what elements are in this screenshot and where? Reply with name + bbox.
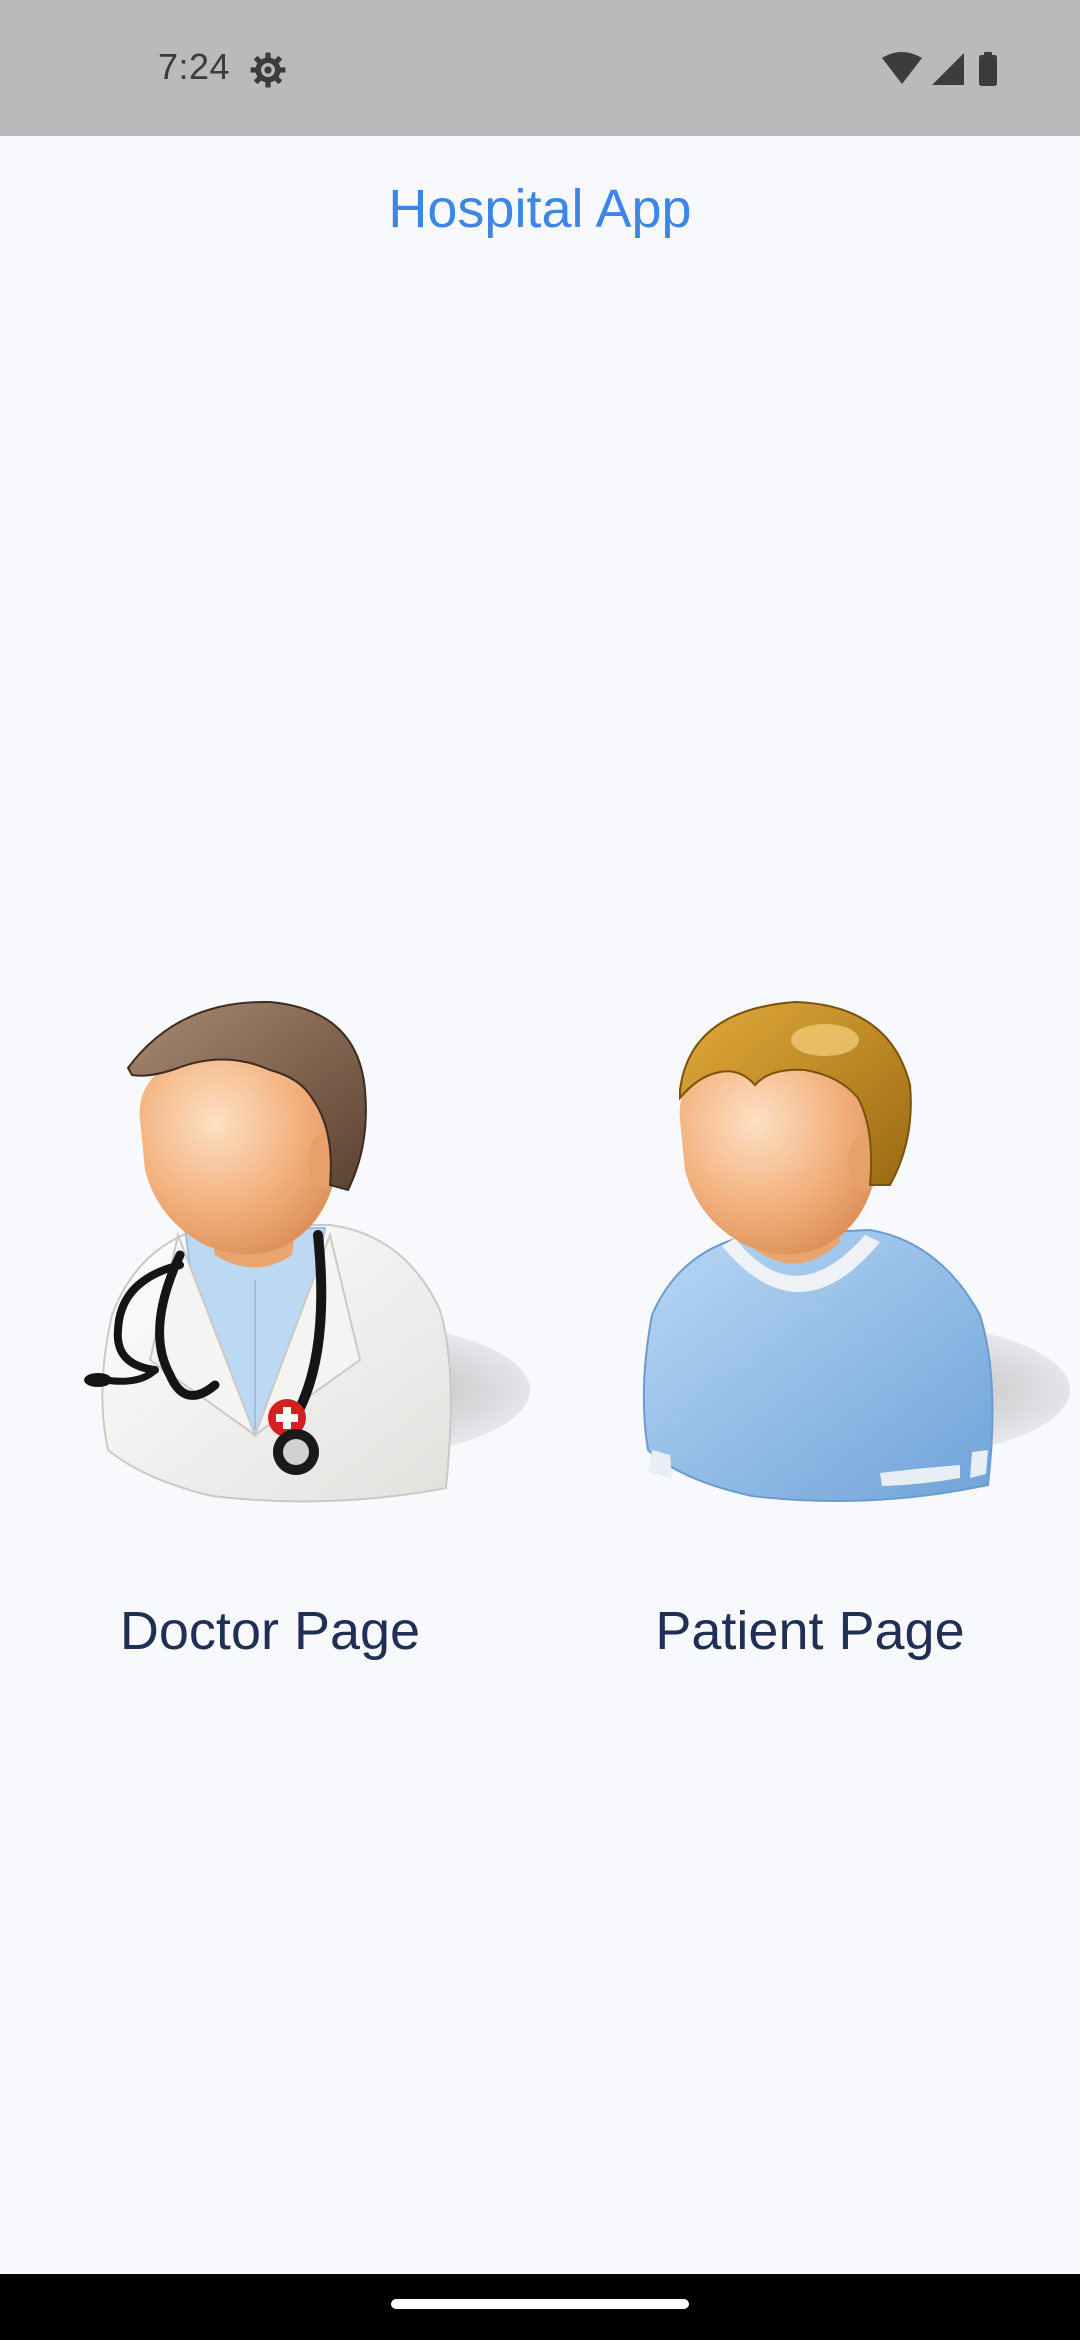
status-time: 7:24 xyxy=(158,46,231,87)
home-indicator[interactable] xyxy=(391,2299,689,2309)
cellular-signal-icon xyxy=(932,53,964,85)
doctor-page-card[interactable]: Doctor Page xyxy=(0,980,540,1700)
battery-icon xyxy=(979,55,997,86)
patient-page-card[interactable]: Patient Page xyxy=(540,980,1080,1700)
patient-page-label[interactable]: Patient Page xyxy=(540,1600,1080,1662)
status-icons xyxy=(882,52,997,86)
wifi-icon xyxy=(882,52,922,84)
patient-avatar-icon[interactable] xyxy=(540,980,1080,1520)
doctor-page-label[interactable]: Doctor Page xyxy=(0,1600,540,1662)
doctor-avatar-icon[interactable] xyxy=(0,980,540,1520)
app-title: Hospital App xyxy=(388,179,692,239)
settings-gear-icon xyxy=(250,52,286,88)
status-bar: 7:24 xyxy=(0,0,1080,136)
